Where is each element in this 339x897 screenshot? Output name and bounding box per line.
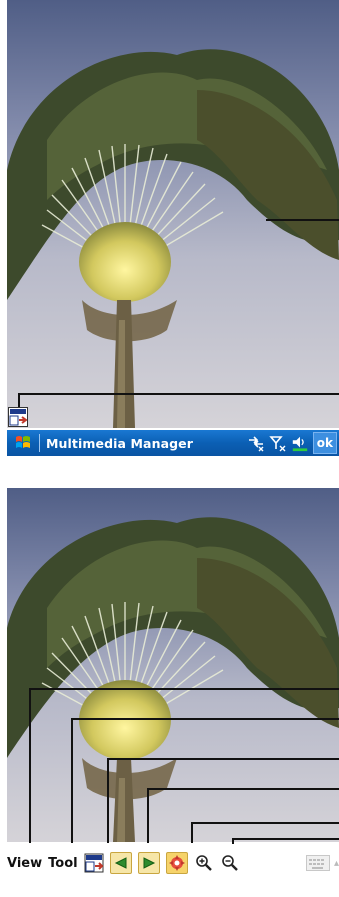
- app-title: Multimedia Manager: [46, 435, 194, 451]
- keyboard-icon[interactable]: [305, 855, 330, 871]
- tree-photo: [7, 49, 339, 428]
- full-screen-toggle-icon[interactable]: [8, 407, 28, 427]
- full-screen-toggle-icon[interactable]: [84, 853, 104, 873]
- system-tray: ok: [247, 432, 339, 454]
- next-image-icon[interactable]: [137, 852, 160, 874]
- windows-flag-icon[interactable]: [7, 430, 39, 456]
- zoom-in-icon[interactable]: [194, 853, 214, 873]
- menu-bar: View Tool ▴: [7, 848, 339, 878]
- zoom-out-icon[interactable]: [220, 853, 240, 873]
- connectivity-off-icon[interactable]: [247, 433, 265, 453]
- signal-off-icon[interactable]: [269, 433, 287, 453]
- ok-button[interactable]: ok: [312, 432, 337, 454]
- view-menu[interactable]: View: [7, 856, 42, 871]
- taskbar-separator: [39, 434, 40, 452]
- previous-image-icon[interactable]: [109, 852, 132, 874]
- full-screen-image[interactable]: [7, 0, 339, 428]
- rotate-icon[interactable]: [165, 852, 188, 874]
- tool-menu[interactable]: Tool: [48, 856, 77, 871]
- volume-icon[interactable]: [291, 433, 309, 453]
- taskbar: Multimedia Manager ok: [7, 430, 339, 456]
- input-panel-arrow-icon[interactable]: ▴: [334, 858, 339, 869]
